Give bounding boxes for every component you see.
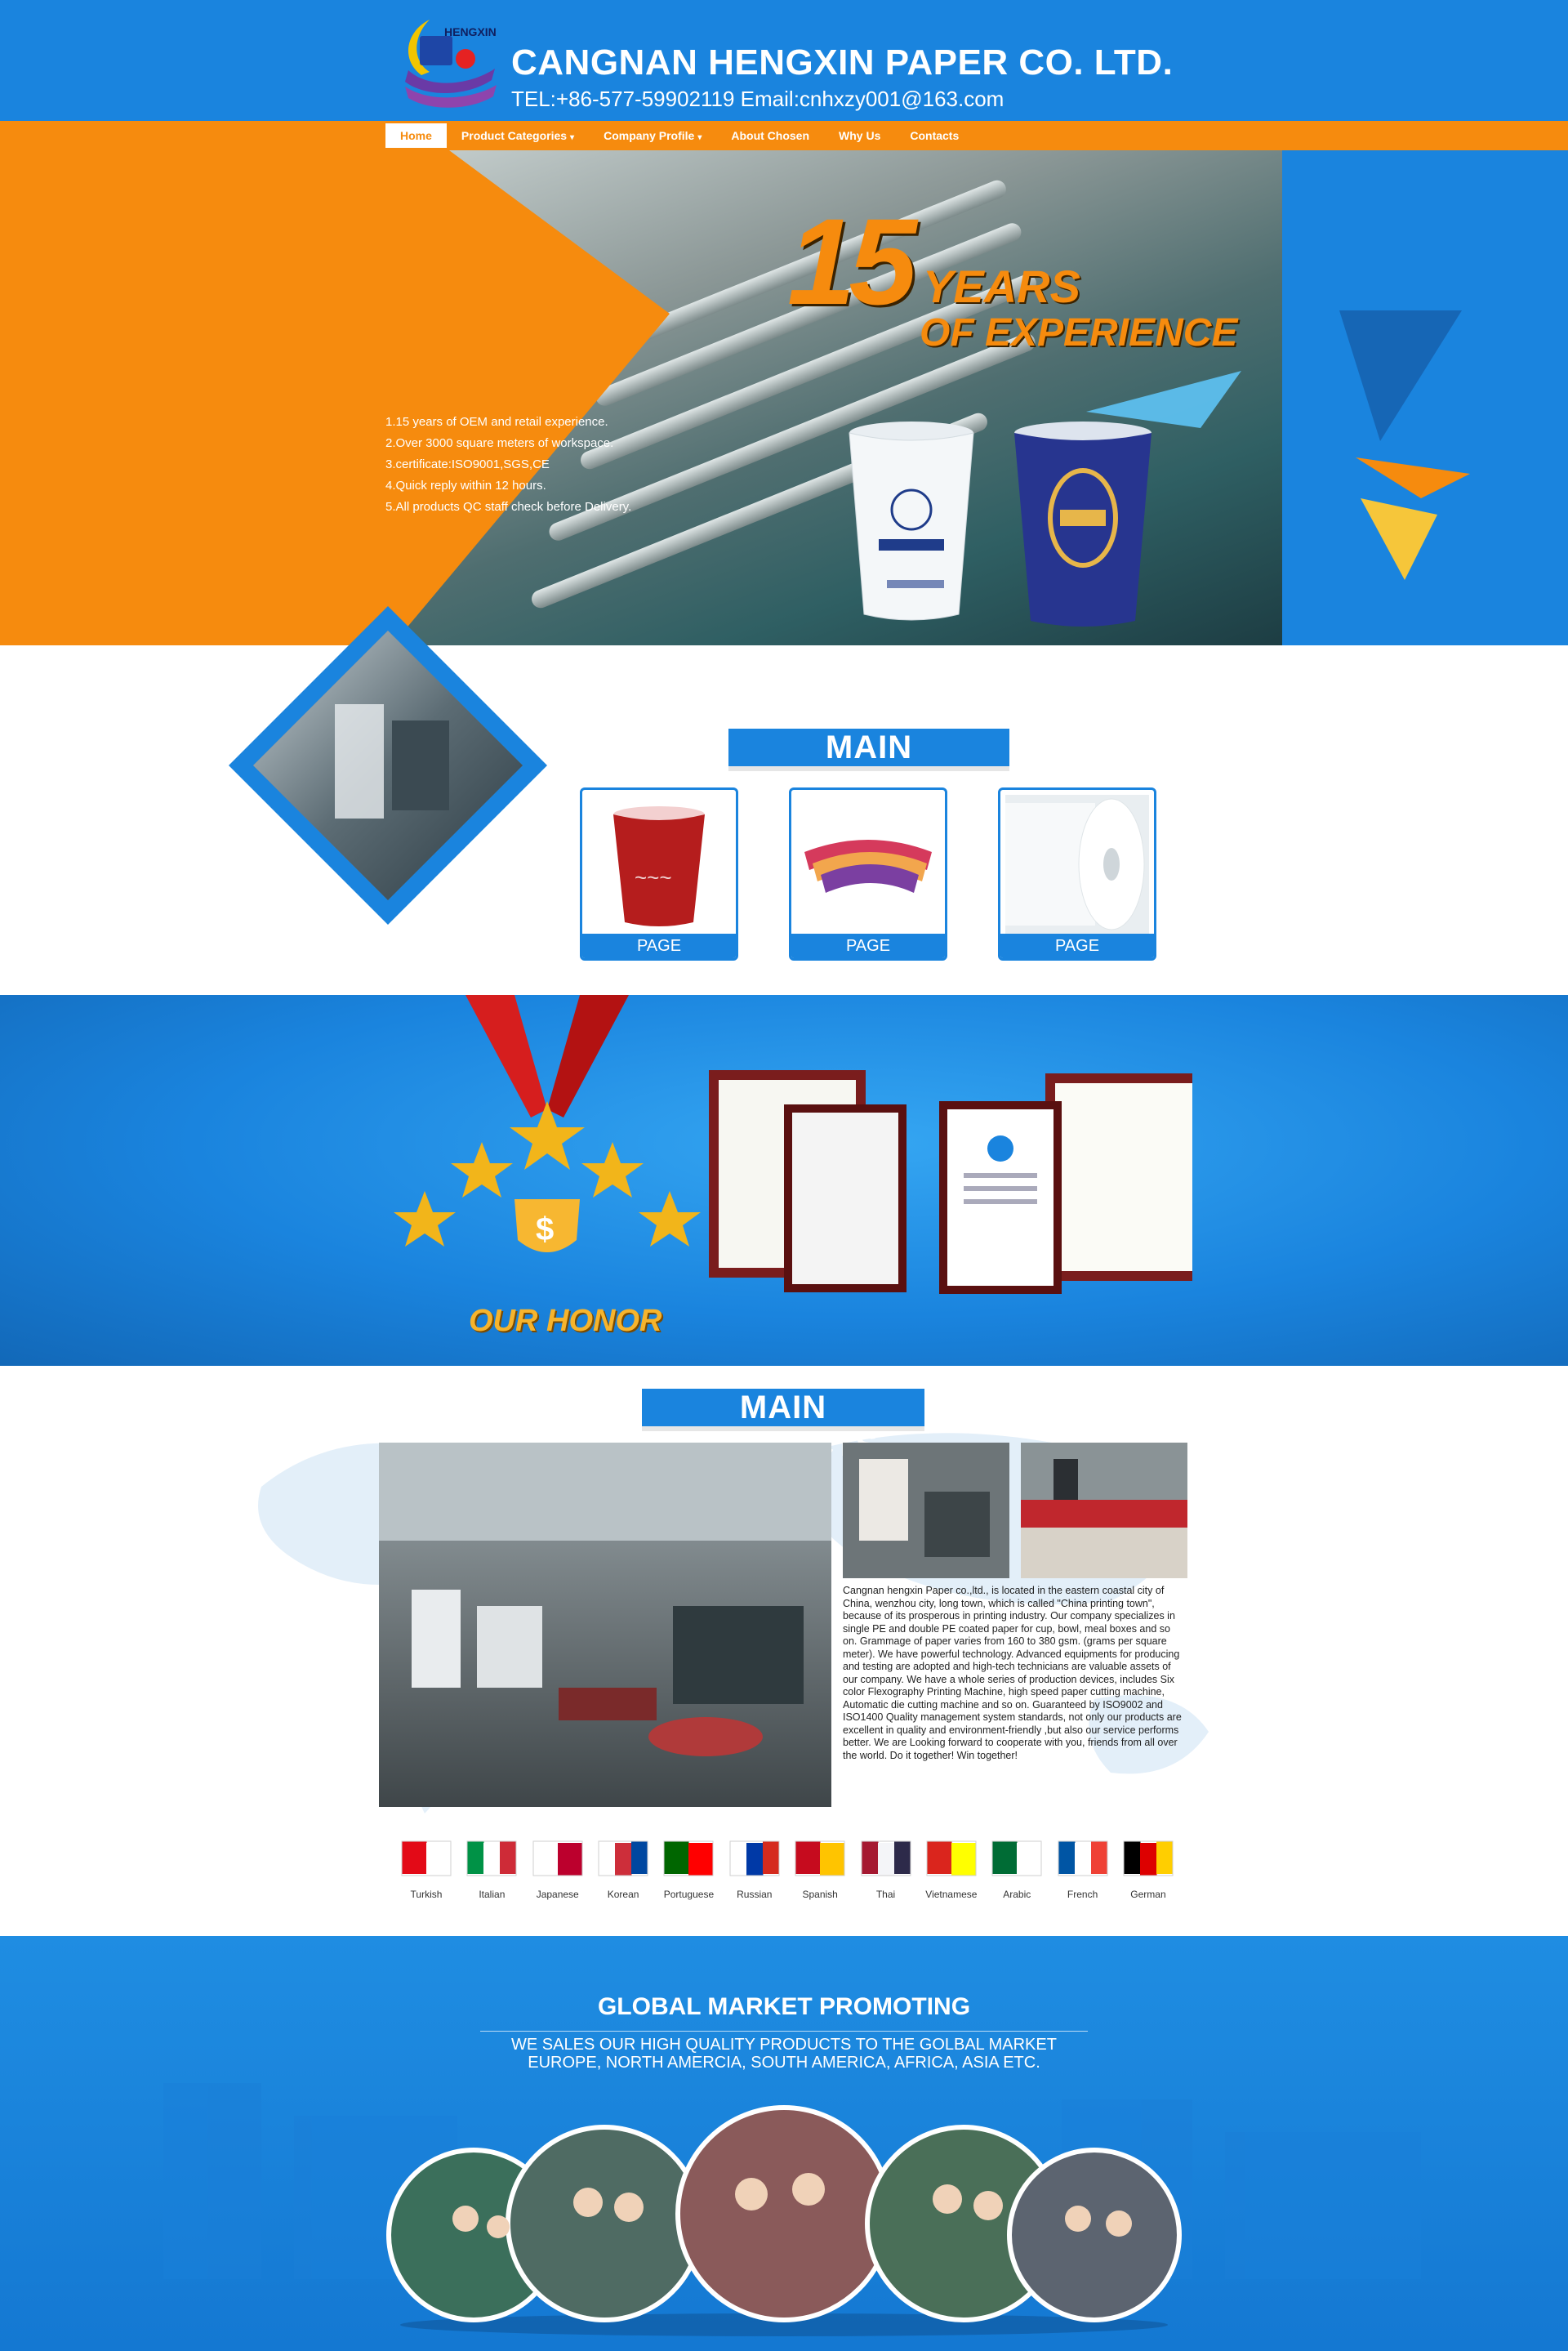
factory-interior-photo [379, 1443, 831, 1807]
global-market-regions: EUROPE, NORTH AMERCIA, SOUTH AMERICA, AF… [528, 2054, 1040, 2072]
nav-why-us[interactable]: Why Us [824, 123, 895, 148]
language-label: German [1130, 1889, 1166, 1900]
factory-machine-photo-1 [843, 1443, 1009, 1578]
hero-point: 2.Over 3000 square meters of workspace. [385, 436, 614, 450]
language-label: Vietnamese [925, 1889, 978, 1900]
flag-icon [598, 1840, 648, 1876]
divider [480, 2031, 1088, 2032]
language-label: Italian [479, 1889, 506, 1900]
language-label: Japanese [536, 1889, 579, 1900]
nav-product-categories-label: Product Categories [461, 129, 568, 142]
product-label: PAGE [1000, 934, 1154, 958]
nav-home[interactable]: Home [385, 123, 447, 148]
product-label: PAGE [582, 934, 736, 958]
product-card[interactable]: ~~~ PAGE [580, 787, 738, 961]
years-number: 15 [787, 193, 917, 330]
flag-icon [663, 1840, 714, 1876]
machine-photo-diamond [229, 606, 547, 925]
flag-icon [1123, 1840, 1174, 1876]
company-name: CANGNAN HENGXIN PAPER CO. LTD. [511, 42, 1174, 83]
product-card[interactable]: PAGE [789, 787, 947, 961]
hero-point: 1.15 years of OEM and retail experience. [385, 415, 608, 429]
nav-product-categories[interactable]: Product Categories ▾ [447, 123, 589, 148]
company-description: Cangnan hengxin Paper co.,ltd., is locat… [843, 1585, 1182, 1761]
nav-menu: Home Product Categories ▾ Company Profile… [385, 121, 973, 150]
our-honor-title: OUR HONOR [469, 1304, 662, 1338]
hero-banner: 1.15 years of OEM and retail experience.… [0, 150, 1568, 645]
svg-text:~~~: ~~~ [635, 865, 672, 890]
language-label: Korean [607, 1889, 639, 1900]
flag-icon [1058, 1840, 1108, 1876]
nav-why-us-label: Why Us [839, 129, 881, 142]
main-products-title-2: MAIN PRODUCTS [642, 1389, 924, 1463]
flag-icon [926, 1840, 977, 1876]
language-label: Thai [875, 1889, 896, 1900]
global-market-subtitle: WE SALES OUR HIGH QUALITY PRODUCTS TO TH… [511, 2036, 1057, 2054]
language-selector: Turkish Italian Japanese Korean Portuguese Ru… [395, 1835, 1179, 1900]
language-option-russian[interactable]: Russian [724, 1835, 786, 1900]
flag-icon [861, 1840, 911, 1876]
nav-contacts-label: Contacts [910, 129, 960, 142]
contact-info: TEL:+86-577-59902119 Email:cnhxzy001@163… [511, 87, 1004, 111]
language-option-spanish[interactable]: Spanish [789, 1835, 851, 1900]
flag-icon [401, 1840, 452, 1876]
language-option-thai[interactable]: Thai [855, 1835, 917, 1900]
language-label: Turkish [410, 1889, 443, 1900]
hero-point: 4.Quick reply within 12 hours. [385, 479, 546, 493]
experience-label: OF EXPERIENCE [920, 311, 1238, 355]
printed-cup-fans-image [796, 795, 940, 934]
flag-icon [795, 1840, 845, 1876]
language-option-arabic[interactable]: Arabic [986, 1835, 1048, 1900]
language-label: Russian [737, 1889, 773, 1900]
nav-about-chosen-label: About Chosen [731, 129, 810, 142]
language-option-japanese[interactable]: Japanese [527, 1835, 589, 1900]
chevron-down-icon: ▾ [570, 133, 575, 142]
hero-point: 3.certificate:ISO9001,SGS,CE [385, 457, 550, 471]
language-label: French [1067, 1889, 1098, 1900]
red-paper-cup-image: ~~~ [587, 795, 731, 934]
nav-contacts[interactable]: Contacts [895, 123, 973, 148]
language-option-turkish[interactable]: Turkish [395, 1835, 457, 1900]
factory-machine-photo-2 [1021, 1443, 1187, 1578]
decorative-triangles [1339, 310, 1470, 580]
nav-about-chosen[interactable]: About Chosen [716, 123, 824, 148]
nav-company-profile-label: Company Profile [604, 129, 695, 142]
company-logo[interactable]: HENGXIN [397, 11, 503, 118]
language-label: Spanish [802, 1889, 838, 1900]
language-label: Arabic [1003, 1889, 1031, 1900]
language-option-korean[interactable]: Korean [592, 1835, 654, 1900]
hero-point: 5.All products QC staff check before Del… [385, 500, 632, 514]
blue-paper-cup-image [1014, 422, 1152, 627]
nav-company-profile[interactable]: Company Profile ▾ [589, 123, 716, 148]
flag-icon [729, 1840, 780, 1876]
product-label: PAGE [791, 934, 945, 958]
chevron-down-icon: ▾ [697, 133, 702, 142]
main-products-title: MAIN PRODUCTS [728, 729, 1009, 803]
language-option-german[interactable]: German [1117, 1835, 1179, 1900]
svg-text:$: $ [536, 1211, 554, 1247]
language-label: Portuguese [663, 1889, 715, 1900]
language-option-french[interactable]: French [1052, 1835, 1114, 1900]
main-nav: Home Product Categories ▾ Company Profile… [0, 121, 1568, 150]
product-card[interactable]: PAGE [998, 787, 1156, 961]
flag-icon [991, 1840, 1042, 1876]
global-market-title: GLOBAL MARKET PROMOTING [597, 1993, 971, 2020]
white-paper-rolls-image [1005, 795, 1149, 934]
white-paper-cup-image [849, 422, 974, 621]
hero-feature-list: 1.15 years of OEM and retail experience.… [385, 412, 631, 518]
flag-icon [466, 1840, 517, 1876]
trade-show-photo-circles [386, 2105, 1182, 2336]
flag-icon [532, 1840, 583, 1876]
logo-text: HENGXIN [444, 25, 497, 38]
language-option-vietnamese[interactable]: Vietnamese [920, 1835, 982, 1900]
nav-home-label: Home [400, 129, 432, 142]
language-option-portuguese[interactable]: Portuguese [657, 1835, 719, 1900]
language-option-italian[interactable]: Italian [461, 1835, 523, 1900]
certificates-graphic [709, 1070, 1192, 1294]
years-label: YEARS [923, 261, 1080, 312]
medal-stars-graphic: $ [394, 995, 701, 1252]
